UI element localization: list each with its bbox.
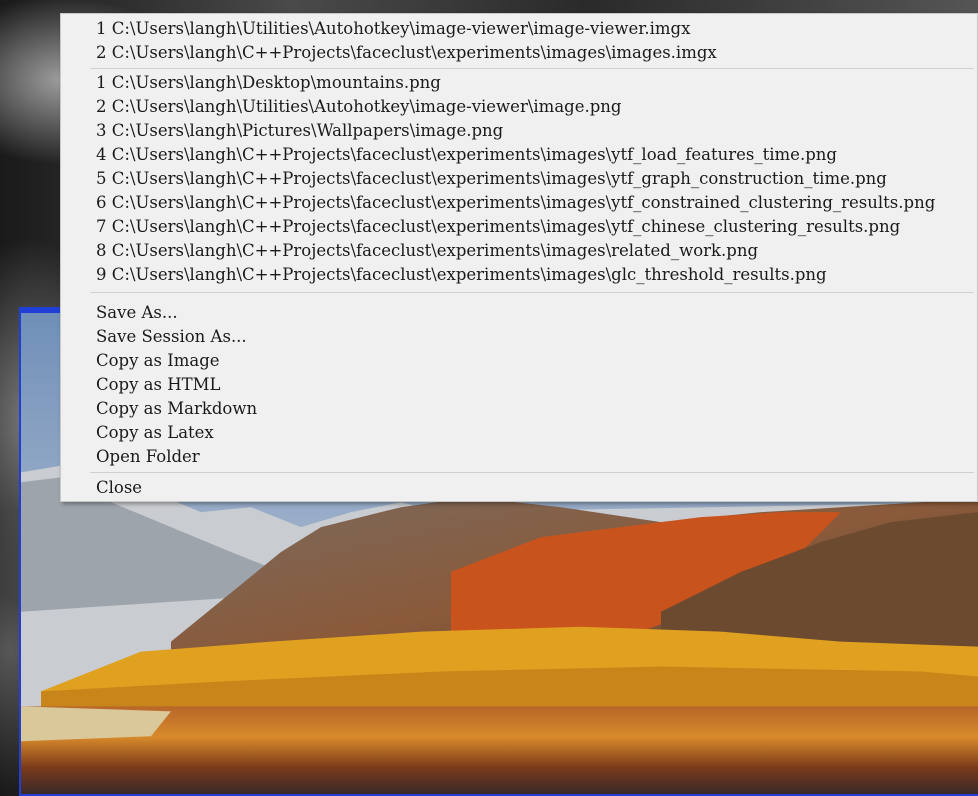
menu-item-recent-7[interactable]: 7 C:\Users\langh\C++Projects\faceclust\e… — [61, 215, 977, 239]
menu-separator — [61, 65, 977, 71]
menu-item-close[interactable]: Close — [61, 476, 977, 500]
menu-item-recent-4[interactable]: 4 C:\Users\langh\C++Projects\faceclust\e… — [61, 143, 977, 167]
menu-item-open-folder[interactable]: Open Folder — [61, 445, 977, 469]
menu-item-save-session-as[interactable]: Save Session As... — [61, 325, 977, 349]
menu-item-recent-5[interactable]: 5 C:\Users\langh\C++Projects\faceclust\e… — [61, 167, 977, 191]
menu-item-recent-3[interactable]: 3 C:\Users\langh\Pictures\Wallpapers\ima… — [61, 119, 977, 143]
menu-item-recent-6[interactable]: 6 C:\Users\langh\C++Projects\faceclust\e… — [61, 191, 977, 215]
menu-item-recent-2[interactable]: 2 C:\Users\langh\Utilities\Autohotkey\im… — [61, 95, 977, 119]
menu-separator — [61, 469, 977, 476]
menu-item-copy-as-latex[interactable]: Copy as Latex — [61, 421, 977, 445]
menu-item-copy-as-markdown[interactable]: Copy as Markdown — [61, 397, 977, 421]
menu-item-copy-as-html[interactable]: Copy as HTML — [61, 373, 977, 397]
menu-item-recent-1[interactable]: 1 C:\Users\langh\Desktop\mountains.png — [61, 71, 977, 95]
menu-item-copy-as-image[interactable]: Copy as Image — [61, 349, 977, 373]
context-menu: 1 C:\Users\langh\Utilities\Autohotkey\im… — [60, 13, 978, 502]
menu-separator — [61, 287, 977, 301]
menu-item-session-2[interactable]: 2 C:\Users\langh\C++Projects\faceclust\e… — [61, 41, 977, 65]
menu-item-session-1[interactable]: 1 C:\Users\langh\Utilities\Autohotkey\im… — [61, 17, 977, 41]
menu-item-save-as[interactable]: Save As... — [61, 301, 977, 325]
menu-item-recent-9[interactable]: 9 C:\Users\langh\C++Projects\faceclust\e… — [61, 263, 977, 287]
menu-item-recent-8[interactable]: 8 C:\Users\langh\C++Projects\faceclust\e… — [61, 239, 977, 263]
